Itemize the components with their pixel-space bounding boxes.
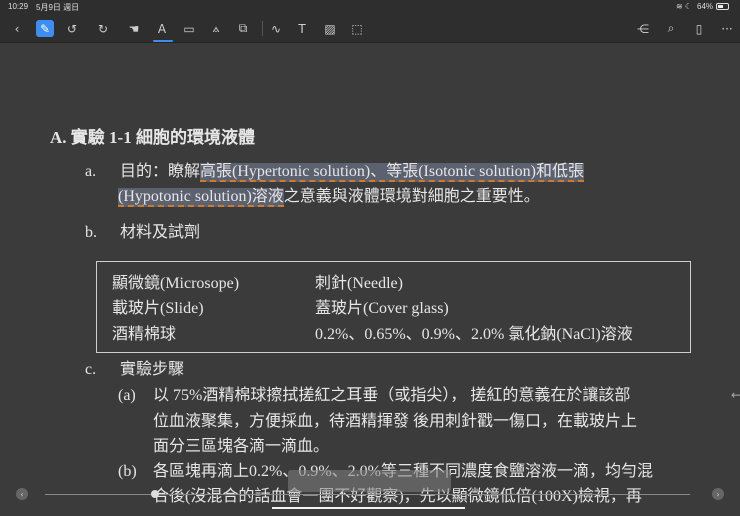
material-item: 酒精棉球	[112, 326, 177, 343]
lasso-icon[interactable]: ⟑	[207, 20, 225, 37]
material-item: 蓋玻片(Cover glass)	[315, 300, 449, 317]
step-b-label: (b)	[118, 463, 137, 480]
step-a-line: 以 75%酒精棉球擦拭搓紅之耳垂（或指尖）， 搓紅的意義在於讓該部	[153, 387, 631, 404]
item-b-text: 材料及試劑	[120, 224, 201, 241]
section-heading: A. 實驗 1-1 細胞的環境液體	[50, 128, 255, 147]
active-tool-indicator	[153, 40, 173, 42]
material-item: 載玻片(Slide)	[112, 300, 204, 317]
search-icon[interactable]: ⌕	[662, 20, 680, 37]
redo-icon[interactable]: ↻	[94, 20, 112, 37]
step-a-label: (a)	[118, 387, 136, 404]
status-time: 10:29	[8, 2, 29, 11]
bookmark-icon[interactable]: ▯	[690, 20, 708, 37]
item-a-label: a.	[85, 163, 97, 180]
battery-icon	[716, 3, 729, 10]
scan-icon[interactable]: ⬚	[348, 20, 366, 37]
highlighted-text[interactable]: 高張(Hypertonic solution)、等張(Isotonic solu…	[200, 163, 584, 182]
purpose-text: 之意義與液體環境對細胞之重要性。	[283, 188, 540, 205]
share-icon[interactable]: ⋲	[634, 20, 652, 37]
item-a-line1: 目的：瞭解高張(Hypertonic solution)、等張(Isotonic…	[120, 162, 584, 182]
toolbar-divider	[262, 21, 263, 36]
material-item: 刺針(Needle)	[315, 275, 403, 292]
wifi-icon: ≋ ☾	[676, 2, 693, 11]
hand-icon[interactable]: ☚	[125, 20, 143, 37]
battery-percent: 64%	[697, 2, 714, 11]
sticker-icon[interactable]: ⧉	[234, 20, 252, 37]
next-page-button[interactable]: ›	[712, 488, 724, 500]
highlighted-text[interactable]: (Hypotonic solution)溶液	[118, 188, 284, 207]
top-bar: 10:29 5月9日 週日 ≋ ☾ 64% ‹ ✎ ↺ ↻ ☚ A ▭ ⟑ ⧉ ∿ T ▨ ⬚ ⋲ ⌕ ▯ ··…	[0, 0, 740, 43]
rectangle-select-icon[interactable]: ▭	[180, 20, 198, 37]
material-item: 顯微鏡(Microsope)	[112, 275, 240, 292]
undo-icon[interactable]: ↺	[63, 20, 81, 37]
textbox-icon[interactable]: T	[293, 20, 311, 37]
step-a-line: 位血液聚集，方便採血，待酒精揮發 後用刺針戳一傷口，在載玻片上	[153, 413, 638, 430]
item-c-text: 實驗步驟	[120, 361, 185, 378]
image-icon[interactable]: ▨	[321, 20, 339, 37]
purpose-text: 目的：瞭解	[120, 163, 201, 180]
side-panel-arrow-icon[interactable]: ←	[731, 385, 740, 405]
step-a-line: 面分三區塊各滴一滴血。	[153, 438, 330, 455]
back-icon[interactable]: ‹	[8, 20, 26, 37]
status-date: 5月9日 週日	[36, 3, 80, 12]
pen-underline-stroke	[272, 507, 465, 509]
item-c-label: c.	[85, 361, 97, 378]
material-item: 0.2%、0.65%、0.9%、2.0% 氯化鈉(NaCl)溶液	[315, 326, 633, 343]
page-scrubber[interactable]	[45, 494, 690, 495]
pen-icon[interactable]: ✎	[36, 20, 54, 37]
item-b-label: b.	[85, 224, 97, 241]
more-icon[interactable]: ···	[718, 20, 736, 37]
shape-icon[interactable]: ∿	[267, 20, 285, 37]
prev-page-button[interactable]: ‹	[16, 488, 28, 500]
item-a-line2: (Hypotonic solution)溶液之意義與液體環境對細胞之重要性。	[118, 187, 540, 207]
scrubber-knob[interactable]	[151, 490, 159, 498]
page-indicator	[288, 470, 451, 492]
text-highlighter-icon[interactable]: A	[153, 20, 171, 37]
